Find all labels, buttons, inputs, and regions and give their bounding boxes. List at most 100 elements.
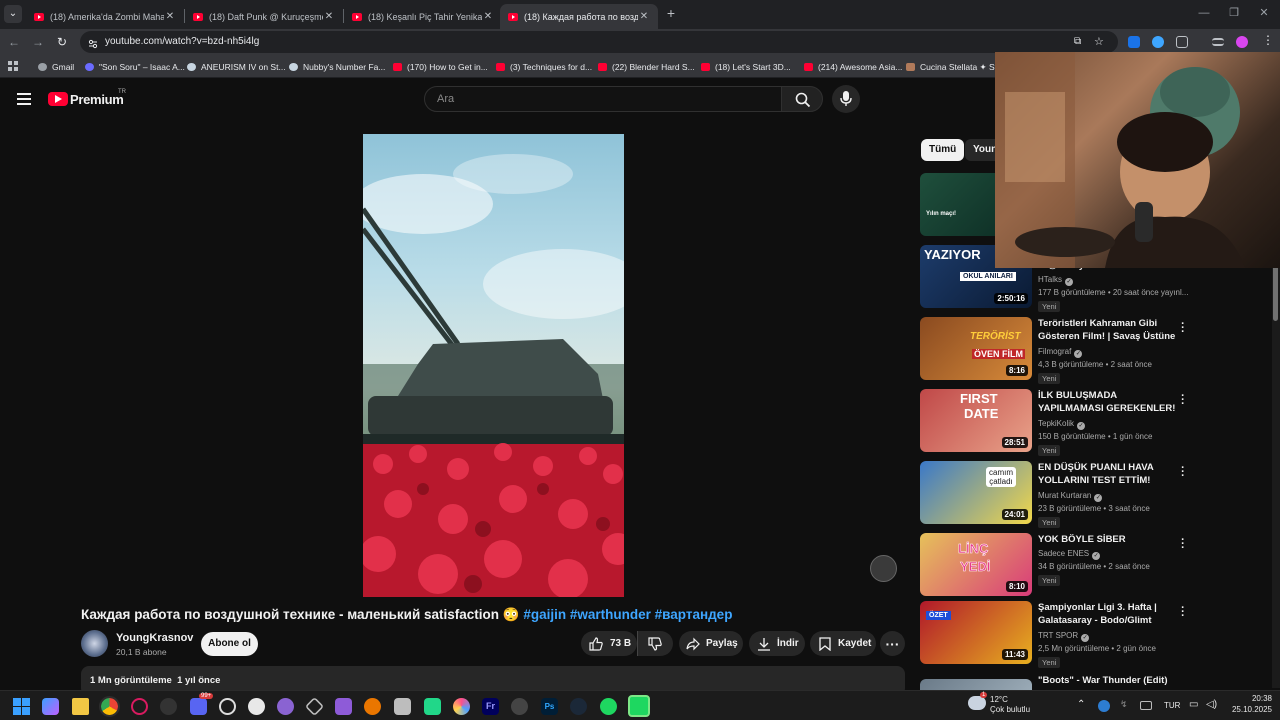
channel-watermark-icon[interactable] xyxy=(870,555,897,582)
close-icon[interactable]: ✕ xyxy=(323,11,335,22)
related-title[interactable]: YOK BÖYLE SİBER ZORBALIK! xyxy=(1038,533,1176,546)
minimize-button[interactable]: — xyxy=(1188,0,1220,29)
bookmark-aneurism[interactable]: ANEURISM IV on St... xyxy=(187,60,286,74)
related-thumbnail[interactable]: ÖZET 11:43 xyxy=(920,601,1032,664)
bookmark-techniques[interactable]: (3) Techniques for d... xyxy=(496,60,592,74)
bookmark-how-to-get[interactable]: (170) How to Get in... xyxy=(393,60,488,74)
close-icon[interactable]: ✕ xyxy=(164,11,176,22)
file-explorer-icon[interactable] xyxy=(72,698,89,715)
video-hashtags[interactable]: #gaijin #warthunder #вартандер xyxy=(523,607,732,622)
profile-avatar-icon[interactable] xyxy=(1236,36,1248,48)
related-title[interactable]: "Boots" - War Thunder (Edit) xyxy=(1038,674,1176,687)
keyboard-icon[interactable] xyxy=(1140,701,1152,710)
app-square-icon[interactable] xyxy=(394,698,411,715)
dislike-button[interactable] xyxy=(637,631,673,656)
steam-app-icon[interactable] xyxy=(570,698,587,715)
chrome-icon[interactable] xyxy=(99,696,120,717)
related-title[interactable]: Teröristleri Kahraman Gibi Gösteren Film… xyxy=(1038,317,1176,343)
weather-cloud-icon[interactable]: 1 xyxy=(968,692,988,710)
back-button[interactable]: ← xyxy=(6,34,22,50)
blender-icon[interactable] xyxy=(364,698,381,715)
share-button[interactable]: Paylaş xyxy=(679,631,743,656)
bookmark-cucina[interactable]: Cucina Stellata ✦ St... xyxy=(906,60,1004,74)
like-button[interactable]: 73 B xyxy=(581,631,637,656)
bookmark-nubby[interactable]: Nubby's Number Fa... xyxy=(289,60,385,74)
network-icon[interactable]: ▭ xyxy=(1189,699,1198,710)
adobe-fresco-icon[interactable]: Fr xyxy=(482,698,499,715)
bookmark-blender[interactable]: (22) Blender Hard S... xyxy=(598,60,695,74)
youtube-logo-icon[interactable] xyxy=(48,92,68,106)
related-thumbnail[interactable]: TERÖRİST ÖVEN FİLM 8:16 xyxy=(920,317,1032,380)
related-channel[interactable]: TepkiKolik ✓ xyxy=(1038,419,1086,430)
github-icon[interactable] xyxy=(277,698,294,715)
related-channel[interactable]: TRT SPOR ✓ xyxy=(1038,631,1090,642)
tray-overflow-icon[interactable]: ⌃ xyxy=(1077,699,1085,710)
tray-app-icon[interactable] xyxy=(1098,700,1110,712)
windows-start-icon[interactable] xyxy=(13,698,30,715)
volume-icon[interactable]: ◁) xyxy=(1206,699,1217,710)
bookmark-son-soru[interactable]: "Son Soru" – Isaac A... xyxy=(85,60,185,74)
subscribe-button[interactable]: Abone ol xyxy=(201,632,258,656)
related-thumbnail[interactable]: LİNÇ YEDİ 8:10 xyxy=(920,533,1032,596)
chip-all[interactable]: Tümü xyxy=(921,139,965,161)
extension-audio-icon[interactable] xyxy=(1128,36,1140,48)
address-bar[interactable]: youtube.com/watch?v=bzd-nh5i4lg ⧉ ☆ xyxy=(80,31,1118,53)
menu-kebab-icon[interactable]: ⋮ xyxy=(1262,33,1274,47)
pycharm-icon[interactable] xyxy=(424,698,441,715)
apps-grid-icon[interactable] xyxy=(8,61,18,71)
spotify-icon[interactable] xyxy=(600,698,617,715)
browser-tab-3[interactable]: (18) Keşanlı Piç Tahir Yenikarpu ✕ xyxy=(344,4,502,29)
bookmark-3d[interactable]: (18) Let's Start 3D... xyxy=(701,60,791,74)
video-player[interactable] xyxy=(363,134,624,597)
tray-icon[interactable]: ↯ xyxy=(1120,699,1128,710)
more-vertical-icon[interactable]: · · · xyxy=(1180,535,1186,554)
more-vertical-icon[interactable]: · · · xyxy=(1180,463,1186,482)
related-title[interactable]: Şampiyonlar Ligi 3. Hafta | Galatasaray … xyxy=(1038,601,1176,627)
download-button[interactable]: İndir xyxy=(749,631,805,656)
new-tab-button[interactable]: + xyxy=(663,6,679,22)
visual-studio-icon[interactable] xyxy=(335,698,352,715)
related-channel[interactable]: Murat Kurtaran ✓ xyxy=(1038,491,1103,502)
more-vertical-icon[interactable]: · · · xyxy=(1180,603,1186,622)
browser-tab-1[interactable]: (18) Amerika'da Zombi Mahalle ✕ xyxy=(26,4,184,29)
weather-description[interactable]: Çok bulutlu xyxy=(990,705,1030,714)
extension-shield-icon[interactable] xyxy=(1152,36,1164,48)
discord-icon[interactable]: 99+ xyxy=(190,693,214,715)
related-thumbnail[interactable] xyxy=(920,679,1032,690)
close-icon[interactable]: ✕ xyxy=(482,11,494,22)
clock-date[interactable]: 25.10.2025 xyxy=(1226,705,1272,714)
channel-name[interactable]: YoungKrasnov xyxy=(116,632,193,644)
forward-button[interactable]: → xyxy=(30,34,46,50)
related-channel[interactable]: HTalks ✓ xyxy=(1038,275,1074,286)
steam-taskbar-icon[interactable] xyxy=(160,698,177,715)
related-channel[interactable]: Filmograf ✓ xyxy=(1038,347,1083,358)
unreal-engine-icon[interactable] xyxy=(248,698,265,715)
input-language[interactable]: TUR xyxy=(1164,701,1180,710)
app-hex-icon[interactable] xyxy=(304,696,325,717)
browser-tab-2[interactable]: (18) Daft Punk @ Kuruçeşme A ✕ xyxy=(185,4,343,29)
more-vertical-icon[interactable]: · · · xyxy=(1180,391,1186,410)
related-title[interactable]: İLK BULUŞMADA YAPILMAMASI GEREKENLER! xyxy=(1038,389,1176,415)
cast-icon[interactable]: ⧉ xyxy=(1074,36,1081,47)
clock-time[interactable]: 20:38 xyxy=(1228,694,1272,703)
youtube-premium-logo-text[interactable]: Premium xyxy=(70,92,124,107)
search-input[interactable]: Ara xyxy=(424,86,782,112)
site-info-icon[interactable] xyxy=(88,36,98,49)
more-vertical-icon[interactable]: · · · xyxy=(1180,319,1186,338)
channel-avatar[interactable] xyxy=(81,630,108,657)
search-button[interactable] xyxy=(781,86,823,112)
copilot-icon[interactable] xyxy=(42,698,59,715)
related-title[interactable]: EN DÜŞÜK PUANLI HAVA YOLLARINI TEST ETTİ… xyxy=(1038,461,1176,487)
weather-temperature[interactable]: 12°C xyxy=(990,695,1008,704)
photoshop-icon[interactable]: Ps xyxy=(541,698,558,715)
opera-icon[interactable] xyxy=(131,698,148,715)
tab-search-icon[interactable] xyxy=(1212,38,1224,46)
related-thumbnail[interactable]: FIRST DATE 28:51 xyxy=(920,389,1032,452)
extensions-puzzle-icon[interactable] xyxy=(1176,36,1188,48)
close-window-button[interactable]: ✕ xyxy=(1248,0,1280,29)
app-icon[interactable] xyxy=(219,698,236,715)
bookmark-star-icon[interactable]: ☆ xyxy=(1094,35,1104,48)
more-actions-button[interactable]: ··· xyxy=(880,631,905,656)
related-thumbnail[interactable]: camım çatladı 24:01 xyxy=(920,461,1032,524)
voice-search-button[interactable] xyxy=(832,85,860,113)
